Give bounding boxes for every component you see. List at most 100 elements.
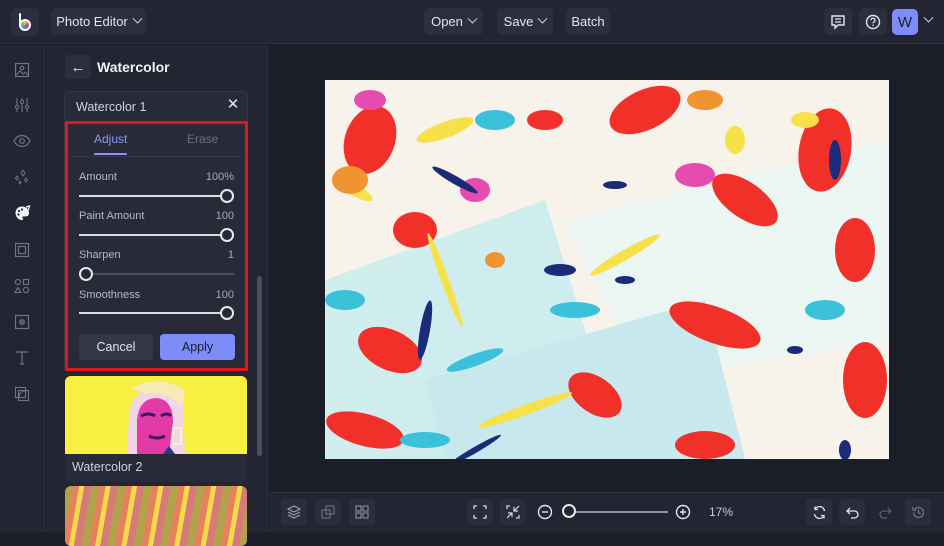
slider-thumb[interactable] xyxy=(220,189,234,203)
grid-button[interactable] xyxy=(349,499,375,525)
eye-icon xyxy=(13,134,31,148)
sidebar-item-frames[interactable] xyxy=(12,240,32,260)
reset-button[interactable] xyxy=(806,499,832,525)
slider-thumb[interactable] xyxy=(220,306,234,320)
card-title: Watercolor 1 xyxy=(76,100,147,114)
slider-label-paint-amount: Paint Amount xyxy=(79,210,145,222)
compare-icon xyxy=(321,505,335,519)
cancel-button[interactable]: Cancel xyxy=(79,334,153,360)
frame-icon xyxy=(14,242,30,258)
undo-icon xyxy=(845,507,859,519)
sidebar-item-adjustments[interactable] xyxy=(12,95,32,115)
preset-label: Watercolor 2 xyxy=(72,460,143,474)
slider-fill xyxy=(79,312,234,314)
save-label: Save xyxy=(503,14,534,29)
sliders-icon xyxy=(14,98,30,112)
close-icon[interactable]: ✕ xyxy=(225,97,241,113)
open-label: Open xyxy=(431,14,463,29)
sharpen-slider[interactable] xyxy=(79,267,234,281)
tab-adjust[interactable]: Adjust xyxy=(94,132,127,146)
history-icon xyxy=(911,506,924,518)
help-button[interactable] xyxy=(859,8,887,35)
logo-color-wheel xyxy=(19,19,31,31)
slider-value-sharpen: 1 xyxy=(227,249,234,261)
amount-slider[interactable] xyxy=(79,189,234,203)
sidebar-item-touch-up[interactable] xyxy=(12,131,32,151)
actual-size-button[interactable] xyxy=(500,499,526,525)
save-menu-button[interactable]: Save xyxy=(497,8,553,35)
slider-thumb[interactable] xyxy=(79,267,93,281)
apply-button[interactable]: Apply xyxy=(160,334,235,360)
help-icon xyxy=(865,14,881,29)
slider-label-amount: Amount xyxy=(79,171,117,183)
refresh-icon xyxy=(813,505,825,519)
slider-label-smoothness: Smoothness xyxy=(79,289,141,301)
grid-icon xyxy=(355,505,369,519)
panel-scrollbar[interactable] xyxy=(257,276,262,456)
sidebar-item-layers[interactable] xyxy=(12,384,32,404)
preset-thumbnail xyxy=(65,486,247,546)
slider-value-amount: 100% xyxy=(205,171,234,183)
shrink-icon xyxy=(506,505,520,519)
zoom-percent: 17% xyxy=(709,505,734,519)
chevron-down-icon xyxy=(537,13,548,24)
batch-button[interactable]: Batch xyxy=(566,8,610,35)
back-button[interactable]: ← xyxy=(65,55,91,79)
zoom-out-button[interactable] xyxy=(532,499,558,525)
preset-thumbnail xyxy=(65,376,247,454)
app-logo[interactable] xyxy=(11,8,39,36)
expand-icon xyxy=(473,505,487,519)
mode-label: Photo Editor xyxy=(56,14,128,29)
portrait-thumbnail-image xyxy=(65,376,247,454)
edited-photo[interactable] xyxy=(325,80,889,459)
preset-watercolor-2[interactable]: Watercolor 2 xyxy=(65,376,247,482)
feedback-button[interactable] xyxy=(824,8,852,35)
preset-watercolor-3[interactable] xyxy=(65,486,247,546)
sidebar-item-overlays[interactable] xyxy=(12,312,32,332)
sidebar-item-effects[interactable] xyxy=(12,167,32,187)
undo-button[interactable] xyxy=(839,499,865,525)
slider-thumb[interactable] xyxy=(220,228,234,242)
sidebar-item-graphics[interactable] xyxy=(12,276,32,296)
fit-screen-button[interactable] xyxy=(467,499,493,525)
slider-fill xyxy=(79,234,234,236)
history-button[interactable] xyxy=(905,499,931,525)
slider-value-paint-amount: 100 xyxy=(215,210,234,222)
panel-title: Watercolor xyxy=(97,59,170,75)
palette-icon xyxy=(15,204,30,220)
smoothness-slider[interactable] xyxy=(79,306,234,320)
paint-amount-slider[interactable] xyxy=(79,228,234,242)
text-icon xyxy=(16,351,28,365)
user-avatar[interactable]: W xyxy=(892,9,918,35)
tab-erase[interactable]: Erase xyxy=(187,132,218,146)
feedback-icon xyxy=(831,14,845,30)
shapes-icon xyxy=(14,278,30,294)
batch-label: Batch xyxy=(571,14,605,29)
sidebar-item-text[interactable] xyxy=(12,348,32,368)
redo-button[interactable] xyxy=(872,499,898,525)
tab-divider xyxy=(70,156,243,157)
image-icon xyxy=(14,62,30,78)
layers-icon xyxy=(287,505,301,519)
zoom-out-icon xyxy=(537,504,553,520)
compare-button[interactable] xyxy=(315,499,341,525)
sidebar-item-image[interactable] xyxy=(12,60,32,80)
layers-button[interactable] xyxy=(281,499,307,525)
active-tab-indicator xyxy=(94,153,127,155)
redo-icon xyxy=(878,507,892,519)
sidebar-item-artsy[interactable] xyxy=(12,203,32,223)
open-menu-button[interactable]: Open xyxy=(424,8,483,35)
zoom-slider-thumb[interactable] xyxy=(562,504,576,518)
zoom-in-button[interactable] xyxy=(670,499,696,525)
sparkle-icon xyxy=(14,169,29,185)
zoom-slider[interactable] xyxy=(569,511,668,513)
slider-fill xyxy=(79,195,234,197)
texture-icon xyxy=(14,314,30,330)
mode-dropdown[interactable]: Photo Editor xyxy=(51,8,146,35)
arrow-left-icon: ← xyxy=(70,58,86,76)
slider-value-smoothness: 100 xyxy=(215,289,234,301)
chevron-down-icon xyxy=(132,13,143,24)
slider-label-sharpen: Sharpen xyxy=(79,249,121,261)
watercolor-painting-image xyxy=(325,80,889,459)
layers-overlay-icon xyxy=(14,386,30,402)
